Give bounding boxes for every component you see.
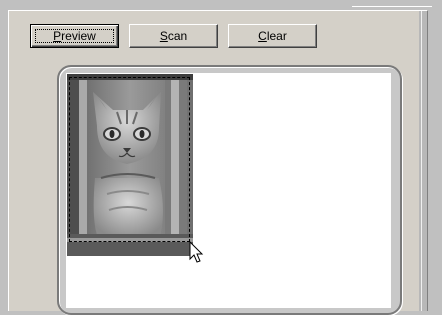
clear-button-mnemonic: C [258, 29, 267, 43]
arrow-pointer-icon [189, 240, 205, 268]
scan-button-label: can [167, 29, 188, 43]
scan-button[interactable]: Scan [129, 24, 218, 48]
scan-button-mnemonic: S [159, 29, 168, 43]
panel-right-border [419, 11, 427, 311]
preview-button-label: review [61, 29, 96, 43]
frame-highlight [352, 6, 432, 7]
preview-button[interactable]: Preview [30, 24, 119, 48]
clear-button-label: lear [266, 29, 287, 43]
selection-marquee[interactable] [69, 77, 190, 242]
preview-button-mnemonic: P [53, 29, 62, 43]
clear-button[interactable]: Clear [228, 24, 317, 48]
